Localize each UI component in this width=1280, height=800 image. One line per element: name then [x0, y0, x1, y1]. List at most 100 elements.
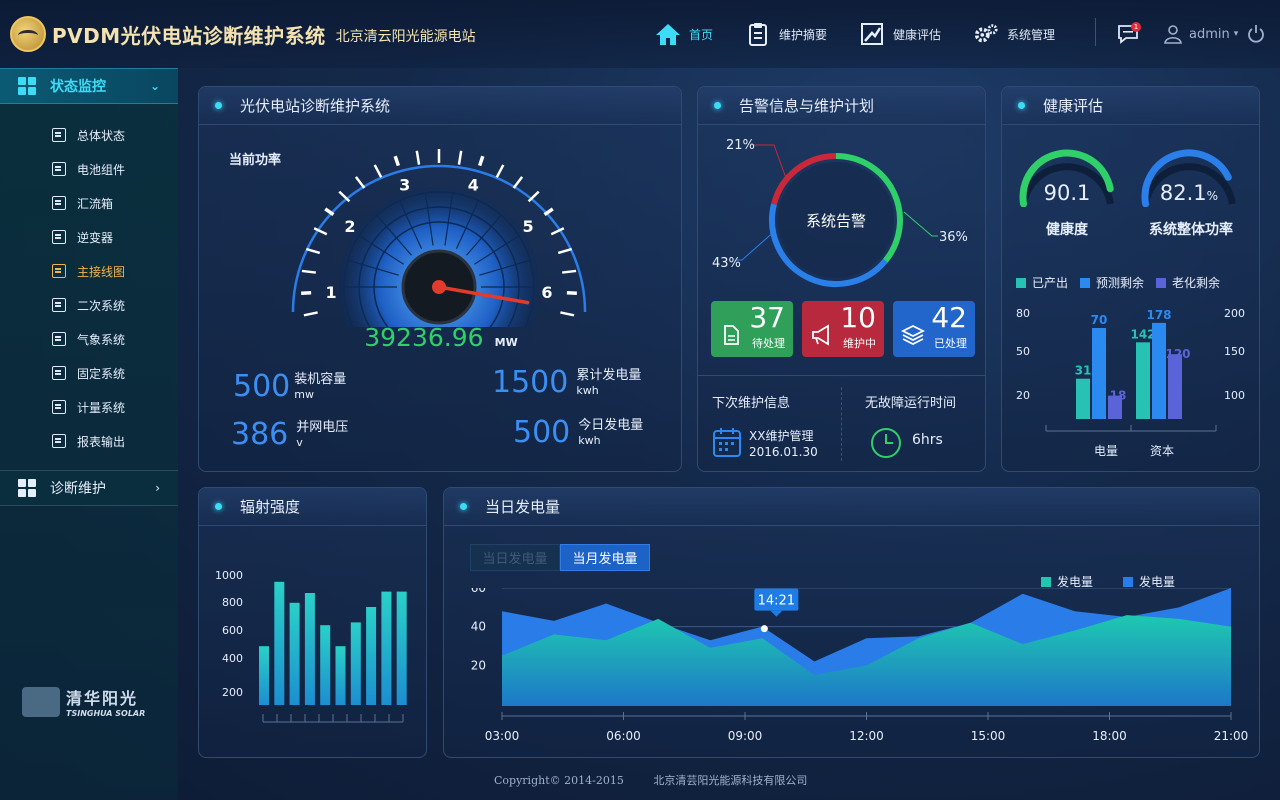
sidebar-group-diagnosis[interactable]: 诊断维护 › [0, 470, 178, 506]
bar [381, 591, 392, 705]
sidebar-item-label: 电池组件 [77, 162, 126, 177]
bar [289, 602, 300, 705]
bar [274, 581, 285, 705]
processed-box[interactable]: 42 已处理 [893, 301, 975, 357]
x-tick-label: 15:00 [971, 729, 1006, 743]
x-tick-label: 资本 [1150, 444, 1174, 458]
sidebar-item-label: 二次系统 [77, 298, 126, 313]
gauge-tick-label: 6 [541, 283, 552, 302]
gauge-tick-label: 4 [468, 176, 479, 195]
health-legend: 已产出 预测剩余 老化剩余 [1016, 274, 1220, 291]
legend-label: 老化剩余 [1172, 276, 1221, 290]
menu-item-icon [52, 400, 66, 414]
sidebar-item[interactable]: 逆变器 [0, 220, 178, 254]
next-maintenance-date: 2016.01.30 [749, 445, 818, 459]
y-left-tick: 50 [1016, 345, 1030, 358]
leader-line [736, 229, 777, 261]
bar [1136, 342, 1150, 419]
sidebar-item-label: 气象系统 [77, 332, 126, 347]
bar [1168, 354, 1182, 419]
x-tick-label: 03:00 [485, 729, 520, 743]
sidebar-item[interactable]: 主接线图 [0, 254, 178, 288]
user-menu[interactable]: admin ▾ [1163, 24, 1238, 44]
nav-maintenance[interactable]: 维护摘要 [745, 21, 827, 47]
generation-panel: 当日发电量 当日发电量 当月发电量 发电量 发电量 60 40 20 03:00 06:… [443, 487, 1260, 758]
y-tick-label: 200 [222, 686, 243, 699]
nav-system-label: 系统管理 [1007, 27, 1056, 42]
stat-value: 500 [513, 415, 571, 450]
gauge-tick [543, 207, 554, 217]
stat-total-generation: 1500 累计发电量 kwh [492, 365, 641, 400]
stat-today-generation: 500 今日发电量 kwh [513, 415, 643, 450]
sidebar-group-label: 诊断维护 [50, 481, 106, 497]
nav-divider [1095, 18, 1096, 46]
gauge-tick [303, 311, 318, 317]
power-ratio-value: 82.1 [1159, 181, 1207, 205]
user-icon [1164, 25, 1182, 44]
sidebar-item[interactable]: 报表输出 [0, 424, 178, 458]
x-tick-label: 06:00 [606, 729, 641, 743]
panel-header: 辐射强度 [199, 488, 426, 526]
sidebar-item-label: 汇流箱 [77, 196, 114, 211]
sidebar-item[interactable]: 计量系统 [0, 390, 178, 424]
sidebar-group-monitor[interactable]: 状态监控 ⌄ [0, 68, 178, 104]
gauge-tick [301, 269, 316, 274]
nav-health[interactable]: 健康评估 [859, 21, 941, 47]
nav-home[interactable]: 首页 [655, 21, 713, 47]
y-left-tick: 20 [1016, 389, 1030, 402]
pending-box[interactable]: 37 待处理 [711, 301, 793, 357]
bullet-icon [215, 503, 222, 510]
gauge-tick [305, 247, 321, 255]
next-maintenance-title: 下次维护信息 [712, 396, 791, 411]
bar [350, 622, 361, 705]
y-tick-label: 1000 [215, 569, 243, 582]
grid-icon [18, 479, 36, 497]
sidebar-item[interactable]: 二次系统 [0, 288, 178, 322]
health-panel: 健康评估 90.1 82.1% 健康度 系统整体功率 已产出 预测剩余 老化剩余… [1001, 86, 1260, 472]
brand-logo: 清华阳光 TSINGHUA SOLAR [22, 685, 145, 718]
sidebar-group-label: 状态监控 [50, 79, 106, 95]
sidebar-item[interactable]: 固定系统 [0, 356, 178, 390]
clock-icon [871, 428, 901, 458]
user-name: admin [1189, 26, 1230, 42]
stat-value: 500 [233, 369, 291, 404]
power-unit: MW [494, 336, 518, 349]
legend-item: 预测剩余 [1080, 274, 1144, 291]
bar [366, 607, 377, 705]
y-tick-label: 400 [222, 652, 243, 665]
grid-icon [18, 77, 36, 95]
slice-label: 21% [726, 138, 755, 153]
trend-chart-icon [859, 21, 885, 47]
sidebar-item[interactable]: 总体状态 [0, 118, 178, 152]
legend-label: 发电量 [1057, 575, 1094, 589]
stat-label: 装机容量 [294, 372, 347, 387]
gauge-tick [512, 176, 524, 189]
sidebar-item[interactable]: 气象系统 [0, 322, 178, 356]
sidebar-item[interactable]: 电池组件 [0, 152, 178, 186]
tab-daily[interactable]: 当日发电量 [470, 544, 560, 571]
tooltip-arrow [770, 610, 783, 617]
slice-label: 43% [712, 256, 741, 271]
x-tick-label: 18:00 [1092, 729, 1127, 743]
y-tick-label: 600 [222, 624, 243, 637]
nav-home-label: 首页 [689, 27, 714, 42]
nav-maintenance-label: 维护摘要 [779, 27, 828, 42]
in-progress-box[interactable]: 10 维护中 [802, 301, 884, 357]
diag-panel: 光伏电站诊断维护系统 当前功率 01234567 39236.96 MW 500… [198, 86, 682, 472]
gauge-tick-label: 1 [326, 283, 337, 302]
tab-monthly[interactable]: 当月发电量 [560, 544, 650, 571]
stat-unit: kwh [576, 384, 599, 397]
menu-item-icon [52, 196, 66, 210]
menu-item-icon [52, 332, 66, 346]
y-right-tick: 200 [1224, 307, 1245, 320]
x-tick-label: 21:00 [1214, 729, 1249, 743]
chevron-right-icon: › [155, 481, 160, 495]
power-icon[interactable] [1246, 24, 1266, 44]
legend-swatch [1080, 278, 1091, 288]
bullet-icon [714, 102, 721, 109]
in-progress-label: 维护中 [843, 337, 876, 350]
sidebar-item[interactable]: 汇流箱 [0, 186, 178, 220]
home-icon [655, 21, 681, 47]
nav-system[interactable]: 系统管理 [973, 21, 1055, 47]
power-label: 当前功率 [229, 153, 282, 168]
